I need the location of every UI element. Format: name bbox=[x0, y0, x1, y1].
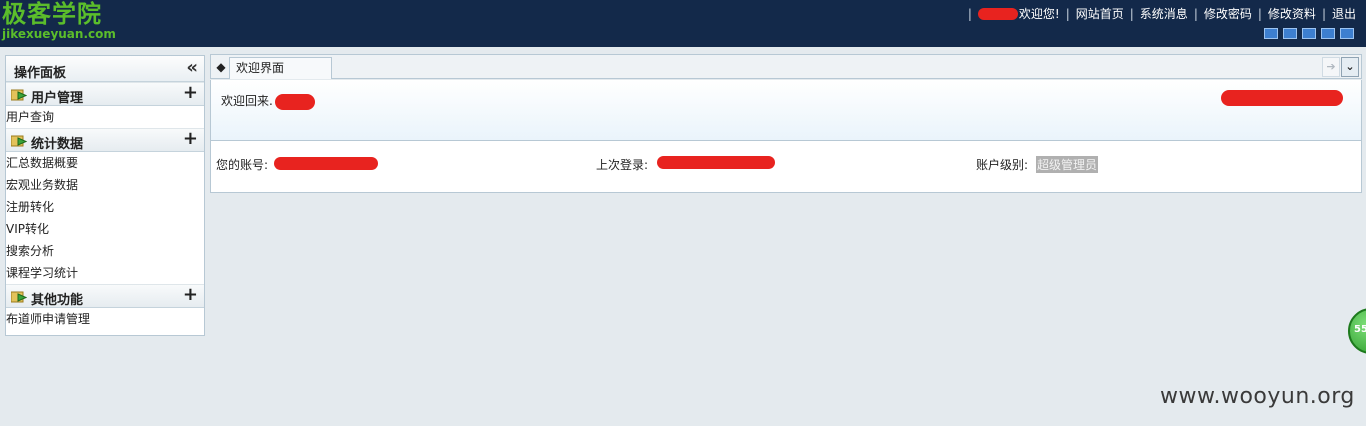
welcome-message: 欢迎回来. bbox=[221, 94, 273, 108]
account-level-value: 超级管理员 bbox=[1036, 156, 1099, 173]
sidebar-group-label: 用户管理 bbox=[31, 91, 84, 106]
nav-link-home[interactable]: 网站首页 bbox=[1076, 5, 1124, 22]
sidebar: 操作面板 « 用户管理 + 用户查询 统计数据 + 汇总数据概要 宏观业务数据 … bbox=[5, 55, 205, 336]
tab-list-dropdown-icon[interactable]: ⌄ bbox=[1341, 57, 1359, 77]
sidebar-item-macro-data[interactable]: 宏观业务数据 bbox=[6, 174, 204, 196]
account-label: 您的账号: bbox=[216, 158, 269, 172]
tab-bar: ◆ 欢迎界面 ➔ ⌄ bbox=[210, 54, 1362, 79]
sidebar-item-search-analysis[interactable]: 搜索分析 bbox=[6, 240, 204, 262]
collapse-double-chevron-icon[interactable]: « bbox=[186, 58, 198, 78]
tab-scroll-left-icon[interactable]: ◆ bbox=[213, 59, 229, 75]
sidebar-item-vip-conversion[interactable]: VIP转化 bbox=[6, 218, 204, 240]
theme-switcher bbox=[1264, 28, 1354, 39]
sidebar-group-user-management[interactable]: 用户管理 + bbox=[6, 82, 204, 106]
logo-text-cn: 极客学院 bbox=[2, 0, 102, 28]
theme-button-5[interactable] bbox=[1340, 28, 1354, 39]
theme-button-2[interactable] bbox=[1283, 28, 1297, 39]
watermark: www.wooyun.org bbox=[1160, 384, 1355, 409]
nav-link-change-password[interactable]: 修改密码 bbox=[1204, 5, 1252, 22]
top-nav: | 欢迎您! | 网站首页 | 系统消息 | 修改密码 | 修改资料 | 退出 bbox=[962, 5, 1356, 22]
redacted-last-login bbox=[657, 156, 775, 169]
redacted-username bbox=[977, 7, 1018, 20]
redacted-right-info bbox=[1221, 90, 1343, 106]
nav-separator: | bbox=[967, 6, 972, 21]
logo-text-en: jikexueyuan.com bbox=[2, 27, 116, 41]
expand-plus-icon[interactable]: + bbox=[183, 82, 198, 104]
last-login-label: 上次登录: bbox=[596, 158, 649, 172]
nav-separator: | bbox=[1129, 6, 1134, 21]
theme-button-4[interactable] bbox=[1321, 28, 1335, 39]
logo[interactable]: 极客学院 jikexueyuan.com bbox=[2, 0, 116, 40]
folder-arrow-icon bbox=[11, 291, 27, 303]
sidebar-group-other[interactable]: 其他功能 + bbox=[6, 284, 204, 308]
floating-widget-button[interactable]: 55 bbox=[1348, 308, 1366, 354]
nav-separator: | bbox=[1257, 6, 1262, 21]
nav-link-logout[interactable]: 退出 bbox=[1332, 5, 1356, 22]
welcome-text: 欢迎您! bbox=[1018, 7, 1060, 21]
sidebar-item-summary[interactable]: 汇总数据概要 bbox=[6, 152, 204, 174]
welcome-banner: 欢迎回来. bbox=[211, 80, 1361, 141]
account-level-label: 账户级别: bbox=[976, 158, 1029, 172]
expand-plus-icon[interactable]: + bbox=[183, 284, 198, 306]
nav-separator: | bbox=[1065, 6, 1070, 21]
sidebar-item-evangelist-applications[interactable]: 布道师申请管理 bbox=[6, 308, 204, 330]
expand-plus-icon[interactable]: + bbox=[183, 128, 198, 150]
sidebar-header: 操作面板 « bbox=[6, 56, 204, 82]
theme-button-3[interactable] bbox=[1302, 28, 1316, 39]
nav-separator: | bbox=[1193, 6, 1198, 21]
folder-arrow-icon bbox=[11, 135, 27, 147]
sidebar-group-statistics[interactable]: 统计数据 + bbox=[6, 128, 204, 152]
nav-separator: | bbox=[1321, 6, 1326, 21]
welcome-panel: 欢迎回来. 您的账号: 上次登录: 账户级别: 超级管理员 bbox=[210, 80, 1362, 193]
tab-welcome[interactable]: 欢迎界面 bbox=[229, 57, 332, 79]
theme-button-1[interactable] bbox=[1264, 28, 1278, 39]
sidebar-group-label: 统计数据 bbox=[31, 137, 84, 152]
sidebar-item-user-query[interactable]: 用户查询 bbox=[6, 106, 204, 128]
redacted-account bbox=[274, 157, 378, 170]
nav-link-messages[interactable]: 系统消息 bbox=[1140, 5, 1188, 22]
folder-arrow-icon bbox=[11, 89, 27, 101]
sidebar-item-course-stats[interactable]: 课程学习统计 bbox=[6, 262, 204, 284]
nav-link-edit-profile[interactable]: 修改资料 bbox=[1268, 5, 1316, 22]
top-header: 极客学院 jikexueyuan.com | 欢迎您! | 网站首页 | 系统消… bbox=[0, 0, 1366, 47]
tab-scroll-right-icon[interactable]: ➔ bbox=[1322, 57, 1340, 77]
sidebar-item-register-conversion[interactable]: 注册转化 bbox=[6, 196, 204, 218]
sidebar-group-label: 其他功能 bbox=[31, 293, 84, 308]
redacted-name bbox=[275, 94, 315, 110]
sidebar-title: 操作面板 bbox=[14, 66, 67, 81]
